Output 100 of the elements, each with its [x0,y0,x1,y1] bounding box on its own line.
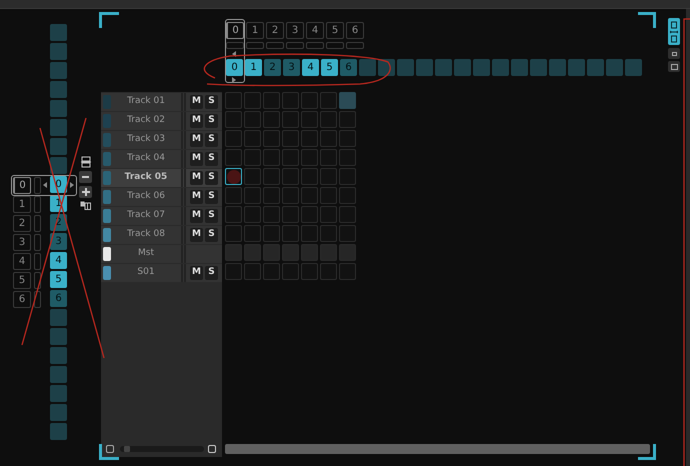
empty-slot[interactable] [263,168,280,185]
scene-number[interactable]: 2 [266,22,284,39]
scene-number[interactable]: 0 [13,177,31,194]
empty-slot[interactable] [244,111,261,128]
empty-pad[interactable] [397,59,414,76]
empty-pad[interactable] [625,59,642,76]
fit-button[interactable] [208,445,216,453]
empty-pad[interactable] [492,59,509,76]
empty-slot[interactable] [320,225,337,242]
empty-slot[interactable] [320,168,337,185]
track-header[interactable]: Track 08 M S [101,226,222,244]
empty-slot[interactable] [301,187,318,204]
empty-slot[interactable] [225,206,242,223]
empty-slot[interactable] [282,111,299,128]
empty-slot[interactable] [320,149,337,166]
empty-pad[interactable] [606,59,623,76]
track-header[interactable]: S01 M S [101,264,222,282]
scene-launch-pad[interactable]: 4 [50,252,67,269]
mute-button[interactable]: M [190,95,203,109]
master-slot[interactable] [263,244,280,261]
empty-pad[interactable] [50,423,67,440]
solo-button[interactable]: S [205,171,218,185]
empty-slot[interactable] [339,187,356,204]
empty-slot[interactable] [225,130,242,147]
empty-pad[interactable] [50,328,67,345]
empty-slot[interactable] [225,111,242,128]
empty-pad[interactable] [473,59,490,76]
scene-launch-pad[interactable]: 0 [226,59,243,76]
empty-pad[interactable] [587,59,604,76]
empty-pad[interactable] [50,81,67,98]
clip-slot[interactable] [339,92,356,109]
empty-slot[interactable] [339,149,356,166]
mute-button[interactable]: M [190,171,203,185]
empty-slot[interactable] [339,168,356,185]
scene-number[interactable]: 4 [306,22,324,39]
empty-pad[interactable] [50,62,67,79]
empty-slot[interactable] [301,92,318,109]
empty-slot[interactable] [244,225,261,242]
empty-slot[interactable] [282,168,299,185]
small-button[interactable] [668,61,680,72]
empty-slot[interactable] [301,206,318,223]
empty-slot[interactable] [263,263,280,280]
master-slot[interactable] [244,244,261,261]
grid-icon[interactable] [80,201,91,210]
empty-pad[interactable] [50,138,67,155]
empty-slot[interactable] [263,111,280,128]
solo-button[interactable]: S [205,114,218,128]
empty-slot[interactable] [225,263,242,280]
empty-slot[interactable] [339,130,356,147]
empty-slot[interactable] [263,149,280,166]
scene-number[interactable]: 4 [13,253,31,270]
minus-button[interactable] [79,171,92,183]
empty-slot[interactable] [282,92,299,109]
empty-slot[interactable] [301,263,318,280]
empty-slot[interactable] [263,187,280,204]
empty-slot[interactable] [320,206,337,223]
empty-slot[interactable] [244,263,261,280]
empty-pad[interactable] [50,366,67,383]
empty-pad[interactable] [416,59,433,76]
track-header[interactable]: Track 05 M S [101,169,222,187]
empty-slot[interactable] [339,263,356,280]
scene-launch-pad[interactable]: 5 [321,59,338,76]
mute-button[interactable]: M [190,133,203,147]
track-header[interactable]: Track 03 M S [101,131,222,149]
small-button[interactable] [668,48,680,59]
empty-slot[interactable] [263,130,280,147]
empty-slot[interactable] [339,206,356,223]
empty-slot[interactable] [282,187,299,204]
record-slot[interactable] [225,168,242,185]
scene-number[interactable]: 2 [13,215,31,232]
empty-pad[interactable] [50,309,67,326]
empty-slot[interactable] [244,130,261,147]
track-header[interactable]: Track 01 M S [101,93,222,111]
empty-slot[interactable] [225,92,242,109]
empty-slot[interactable] [301,168,318,185]
empty-pad[interactable] [454,59,471,76]
solo-button[interactable]: S [205,228,218,242]
scene-launch-pad[interactable]: 1 [245,59,262,76]
mute-button[interactable]: M [190,152,203,166]
empty-slot[interactable] [301,149,318,166]
solo-button[interactable]: S [205,152,218,166]
master-slot[interactable] [339,244,356,261]
solo-button[interactable]: S [205,266,218,280]
empty-pad[interactable] [568,59,585,76]
solo-button[interactable]: S [205,133,218,147]
empty-slot[interactable] [263,92,280,109]
empty-slot[interactable] [301,130,318,147]
mute-button[interactable]: M [190,266,203,280]
scene-number[interactable]: 6 [13,291,31,308]
solo-button[interactable]: S [205,190,218,204]
empty-slot[interactable] [339,111,356,128]
master-slot[interactable] [301,244,318,261]
left-arrow-icon[interactable] [43,182,47,188]
empty-slot[interactable] [244,92,261,109]
empty-slot[interactable] [301,111,318,128]
empty-pad[interactable] [359,59,376,76]
scene-number[interactable]: 3 [286,22,304,39]
track-header[interactable]: Mst [101,245,222,263]
solo-button[interactable]: S [205,209,218,223]
scene-number[interactable]: 1 [13,196,31,213]
